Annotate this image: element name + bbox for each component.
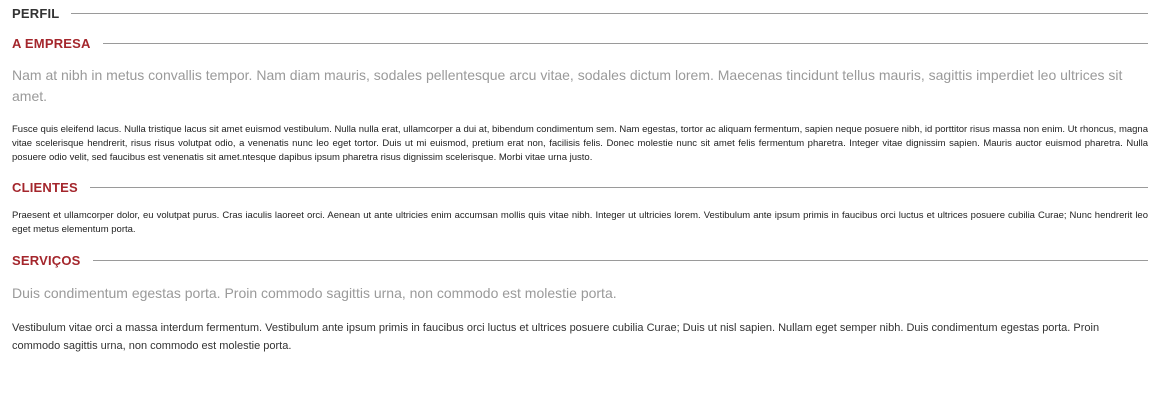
servicos-divider	[92, 260, 1148, 261]
perfil-section-header: PERFIL	[12, 6, 1148, 21]
empresa-body-text: Fusce quis eleifend lacus. Nulla tristiq…	[12, 124, 1148, 163]
servicos-body-text: Vestibulum vitae orci a massa interdum f…	[12, 322, 1100, 352]
empresa-lead-text: Nam at nibh in metus convallis tempor. N…	[12, 67, 1123, 104]
clientes-section-header: CLIENTES	[12, 180, 1148, 195]
perfil-title: PERFIL	[12, 6, 60, 21]
empresa-section-header: A EMPRESA	[12, 36, 1148, 51]
servicos-section-header: SERVIÇOS	[12, 253, 1148, 268]
clientes-title: CLIENTES	[12, 180, 78, 195]
servicos-lead-text: Duis condimentum egestas porta. Proin co…	[12, 285, 617, 301]
perfil-divider	[71, 13, 1148, 14]
servicos-title: SERVIÇOS	[12, 253, 81, 268]
empresa-title: A EMPRESA	[12, 36, 91, 51]
empresa-divider	[102, 43, 1148, 44]
clientes-divider	[89, 187, 1148, 188]
clientes-body-text: Praesent et ullamcorper dolor, eu volutp…	[12, 210, 1148, 235]
